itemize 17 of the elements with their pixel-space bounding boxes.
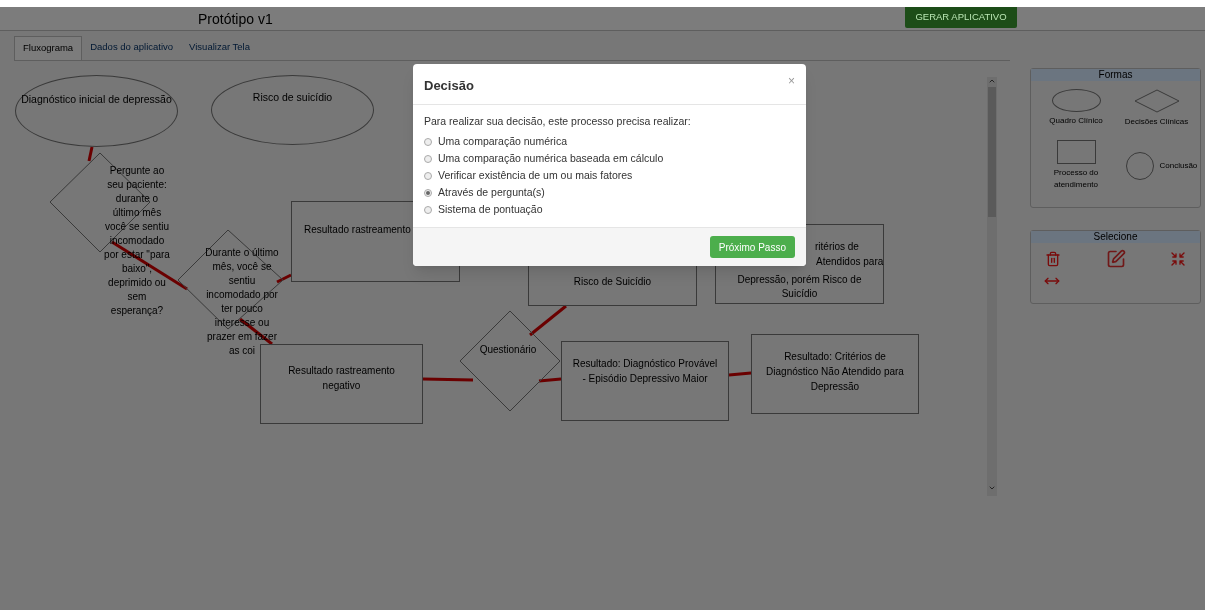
radio-label: Uma comparação numérica [438, 133, 567, 149]
dialog-title: Decisão [424, 77, 474, 95]
process-text-line: Depressão, porém Risco de [736, 274, 863, 286]
dialog-prompt: Para realizar sua decisão, este processo precisa realizar: [424, 113, 692, 129]
panel-title: Selecione [1031, 231, 1200, 243]
process-text-line: Suicídio [780, 288, 819, 300]
shape-label: Quadro Clínico [1049, 115, 1103, 127]
shape-label: Decisões Clínicas [1124, 116, 1189, 128]
radio-label: Uma comparação numérica baseada em cálculo [438, 150, 664, 166]
process-text-line: ritérios de [815, 241, 859, 253]
shape-label: Processo do atendimento [1052, 167, 1100, 191]
radio-label: Verificar existência de um ou mais fatores [438, 167, 633, 183]
app-title: Protótipo v1 [198, 10, 273, 29]
process-text-line: Atendidos para [816, 256, 884, 268]
panel-title: Formas [1031, 69, 1200, 81]
radio-label: Através de pergunta(s) [438, 184, 545, 200]
shape-label: Conclusão [1159, 159, 1198, 172]
